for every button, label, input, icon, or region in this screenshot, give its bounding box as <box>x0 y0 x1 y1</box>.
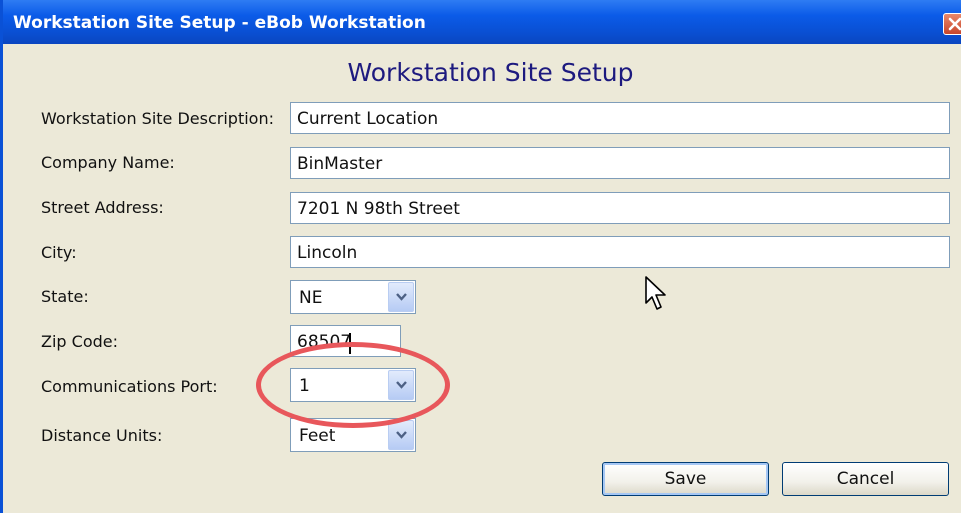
distance-units-select[interactable]: Feet <box>290 418 416 452</box>
zip-code-label: Zip Code: <box>41 332 118 351</box>
chevron-down-icon <box>396 381 407 389</box>
mouse-pointer-icon <box>645 276 666 310</box>
communications-port-label: Communications Port: <box>41 377 218 396</box>
cancel-button[interactable]: Cancel <box>782 462 949 496</box>
close-button[interactable] <box>943 13 961 35</box>
state-select-value: NE <box>299 288 323 308</box>
state-dropdown-button[interactable] <box>388 282 414 312</box>
state-select[interactable]: NE <box>290 280 416 314</box>
distance-units-select-value: Feet <box>299 426 336 446</box>
communications-port-dropdown-button[interactable] <box>388 370 414 400</box>
company-name-label: Company Name: <box>41 153 175 172</box>
chevron-down-icon <box>396 431 407 439</box>
state-label: State: <box>41 287 89 306</box>
save-button[interactable]: Save <box>602 462 769 496</box>
window-title: Workstation Site Setup - eBob Workstatio… <box>13 13 426 33</box>
text-caret <box>349 333 351 354</box>
close-icon <box>948 17 961 31</box>
distance-units-label: Distance Units: <box>41 426 163 445</box>
chevron-down-icon <box>396 293 407 301</box>
street-address-label: Street Address: <box>41 198 164 217</box>
title-bar[interactable]: Workstation Site Setup - eBob Workstatio… <box>3 0 961 44</box>
site-description-field[interactable]: Current Location <box>290 102 950 134</box>
dialog-window: Workstation Site Setup - eBob Workstatio… <box>0 0 961 513</box>
distance-units-dropdown-button[interactable] <box>388 420 414 450</box>
city-field[interactable]: Lincoln <box>290 236 950 268</box>
company-name-field[interactable]: BinMaster <box>290 147 950 179</box>
communications-port-select-value: 1 <box>299 376 310 396</box>
city-label: City: <box>41 243 77 262</box>
site-description-label: Workstation Site Description: <box>41 109 274 128</box>
zip-code-field[interactable]: 68507 <box>290 325 401 357</box>
form-heading: Workstation Site Setup <box>347 58 634 87</box>
street-address-field[interactable]: 7201 N 98th Street <box>290 192 950 224</box>
communications-port-select[interactable]: 1 <box>290 368 416 402</box>
